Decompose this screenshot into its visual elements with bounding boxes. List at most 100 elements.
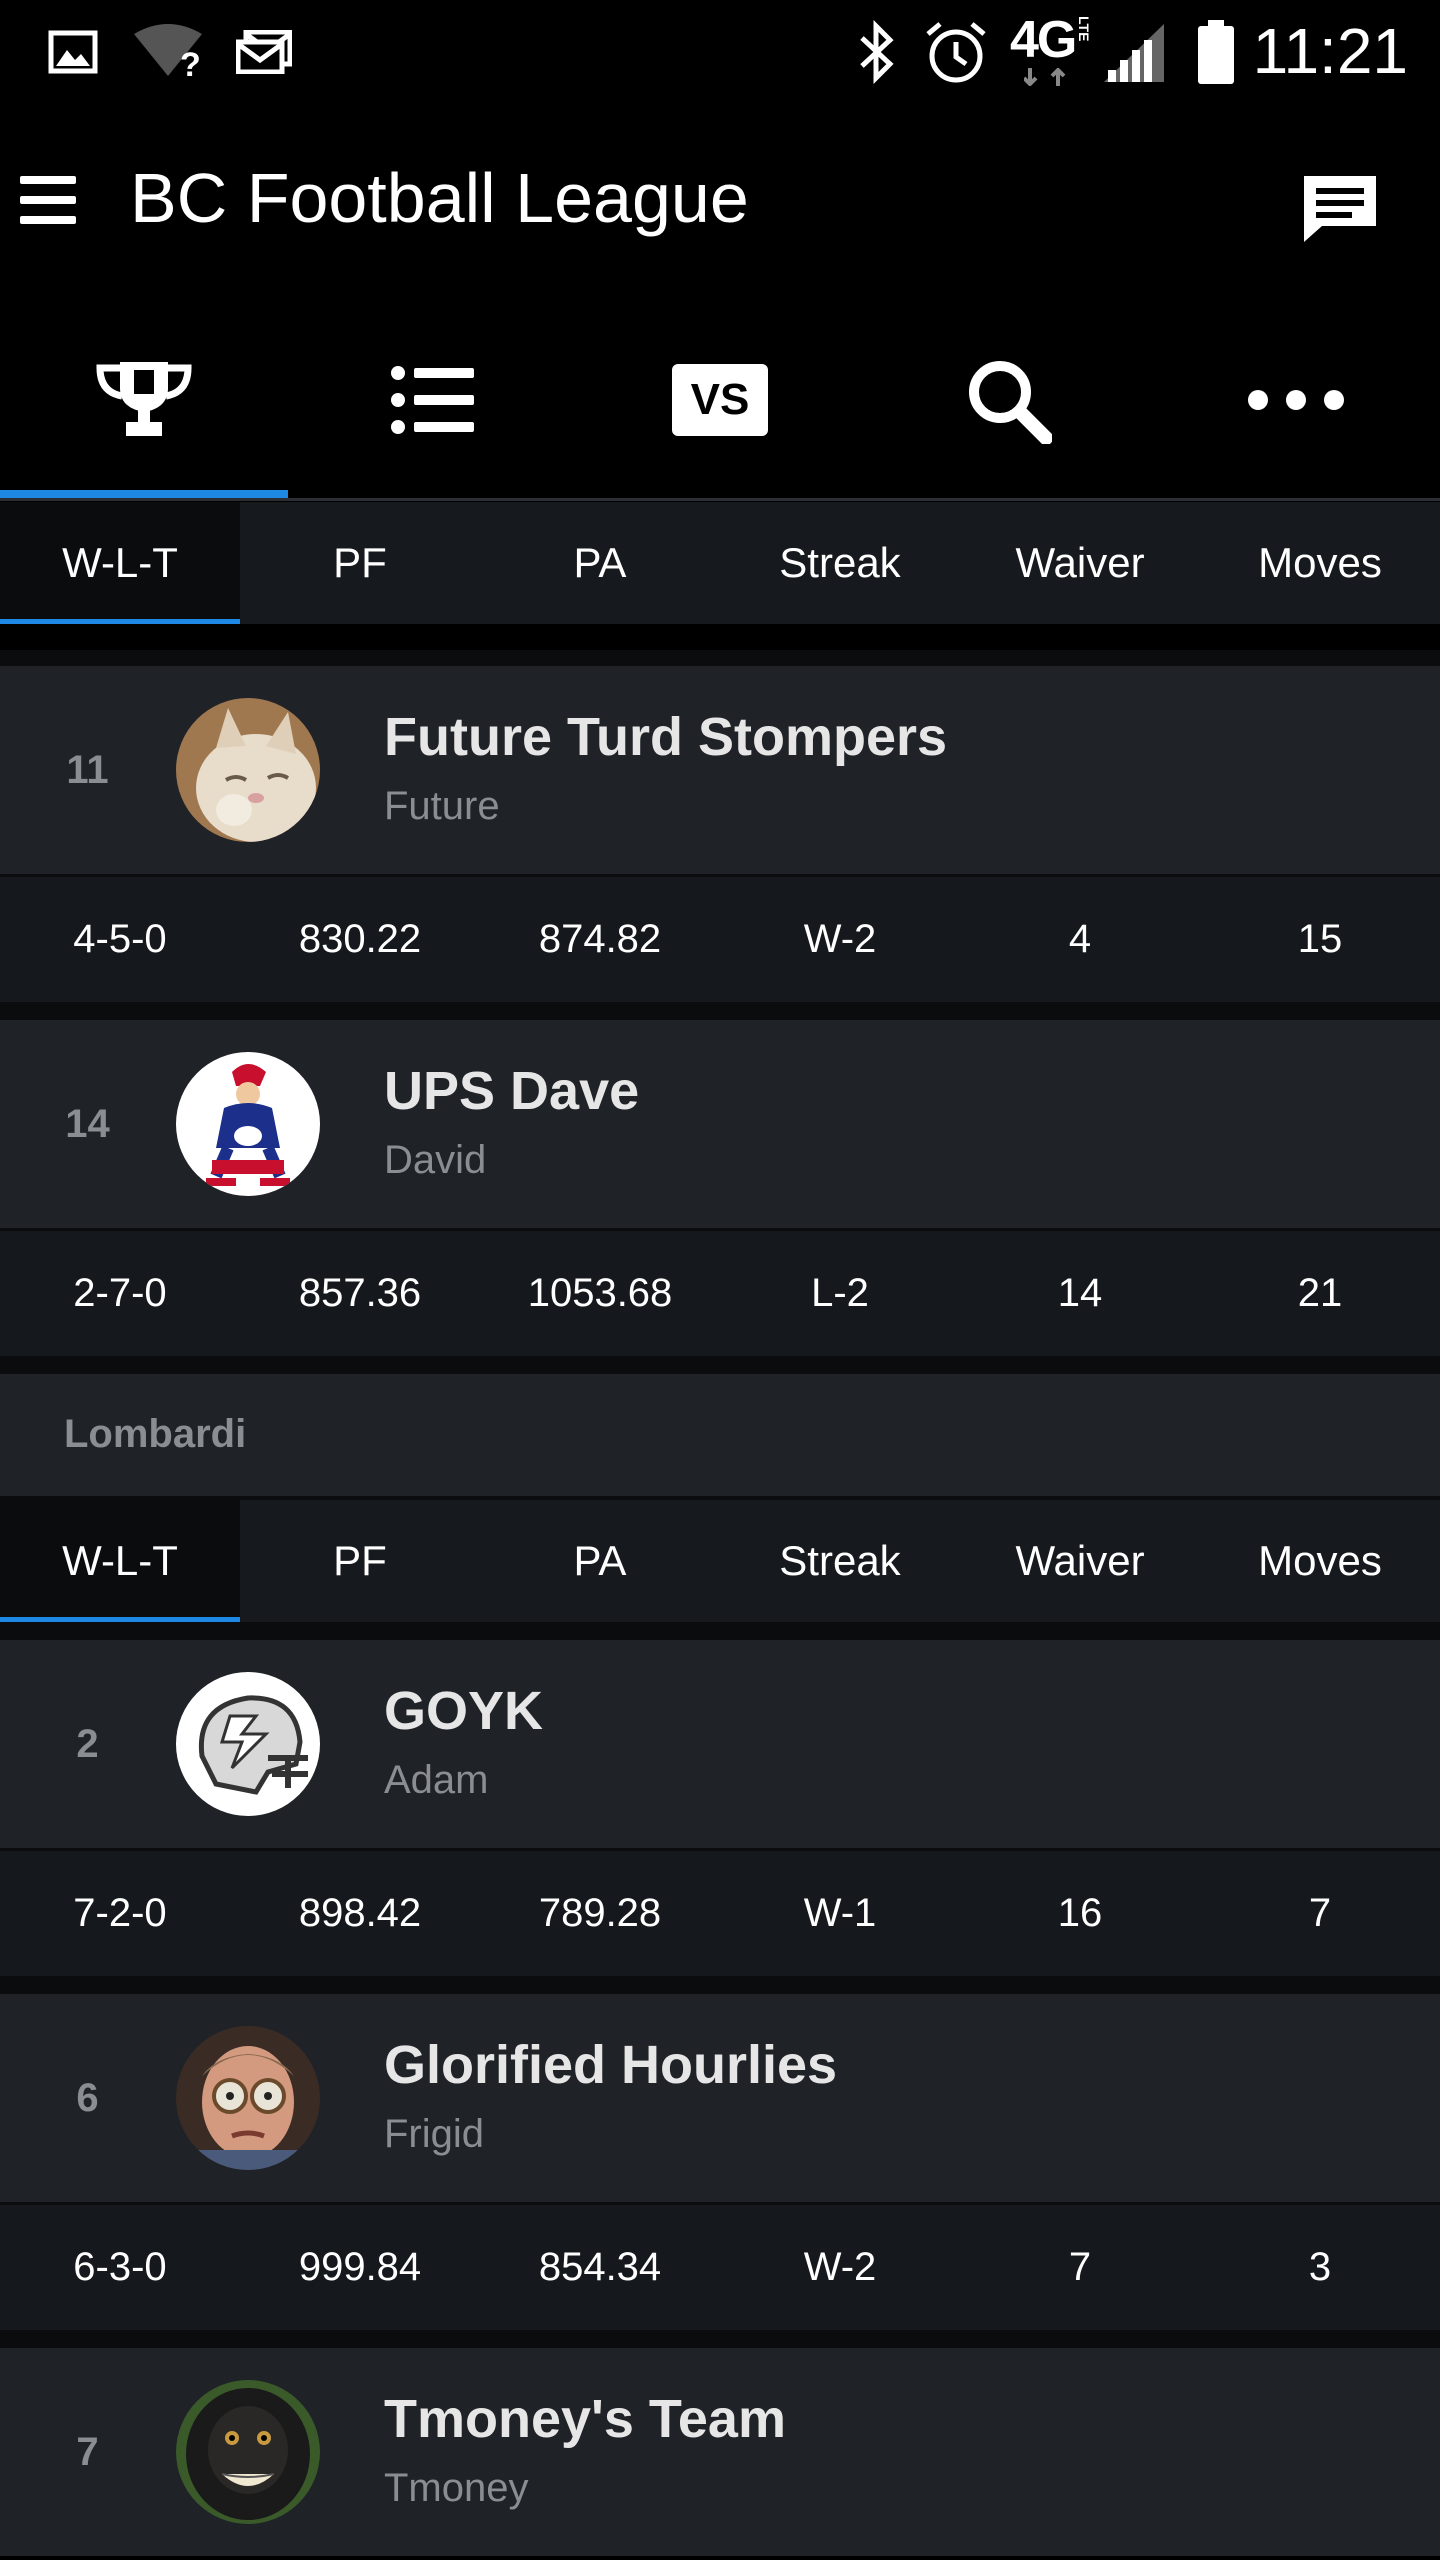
team-rank: 2 — [76, 1721, 99, 1766]
stat-streak: W-2 — [803, 917, 877, 961]
tab-moves[interactable]: Moves — [1200, 1500, 1440, 1622]
team-info-row: 6 Glorified Hourlies Frigid — [0, 1994, 1440, 2202]
tab-standings[interactable] — [0, 300, 288, 500]
team-name: GOYK — [384, 1681, 544, 1741]
stat-wlt: 4-5-0 — [73, 917, 167, 961]
stat-sort-tabs: W-L-T PF PA Streak Waiver Moves — [0, 502, 1440, 624]
divider — [0, 498, 1440, 501]
stat-streak: W-1 — [803, 1891, 877, 1935]
team-card[interactable]: 11 Future Turd Stompers Future 4-5-0 830… — [0, 666, 1440, 1002]
tab-pf[interactable]: PF — [240, 1500, 480, 1622]
team-rank: 6 — [76, 2075, 99, 2120]
team-info-row: 11 Future Turd Stompers Future — [0, 666, 1440, 874]
tab-streak[interactable]: Streak — [720, 1500, 960, 1622]
team-rank: 11 — [66, 747, 109, 792]
stat-streak: W-2 — [803, 2245, 877, 2289]
page-title: BC Football League — [130, 159, 749, 237]
team-owner: Future — [384, 784, 500, 828]
team-owner: Tmoney — [384, 2466, 529, 2510]
stat-pa: 874.82 — [538, 917, 662, 961]
team-name: Glorified Hourlies — [384, 2035, 838, 2095]
team-owner: David — [384, 1138, 487, 1182]
tab-wlt[interactable]: W-L-T — [0, 1500, 240, 1622]
main-tab-bar: VS — [0, 300, 1440, 500]
team-info-row: 7 Tmoney's Team Tmoney — [0, 2348, 1440, 2556]
hamburger-menu-icon[interactable] — [20, 170, 78, 230]
tab-matchup[interactable]: VS — [576, 300, 864, 500]
team-card[interactable]: 6 Glorified Hourlies Frigid 6-3-0 999.84… — [0, 1994, 1440, 2330]
stat-streak: L-2 — [811, 1271, 869, 1315]
divider — [0, 650, 1440, 666]
avatar — [176, 2026, 320, 2170]
tab-waiver[interactable]: Waiver — [960, 1500, 1200, 1622]
bluetooth-icon — [860, 20, 894, 84]
trophy-icon — [96, 362, 192, 436]
app-bar: BC Football League — [0, 100, 1440, 300]
division-header: Lombardi — [0, 1374, 1440, 1496]
stat-pf: 830.22 — [298, 917, 422, 961]
team-stats-row: 6-3-0 999.84 854.34 W-2 7 3 — [0, 2202, 1440, 2330]
divider — [0, 1356, 1440, 1374]
lte-label: LTE — [1076, 16, 1092, 42]
search-icon — [969, 361, 1052, 444]
team-rank: 7 — [76, 2429, 99, 2474]
tab-streak[interactable]: Streak — [720, 502, 960, 624]
team-stats-row: 2-7-0 857.36 1053.68 L-2 14 21 — [0, 1228, 1440, 1356]
mail-icon — [236, 30, 292, 74]
tab-waiver[interactable]: Waiver — [960, 502, 1200, 624]
avatar — [176, 1052, 320, 1196]
team-card[interactable]: 7 Tmoney's Team Tmoney — [0, 2348, 1440, 2560]
team-name: UPS Dave — [384, 1061, 640, 1121]
divider — [0, 1002, 1440, 1020]
avatar — [176, 1672, 320, 1816]
stat-wlt: 6-3-0 — [73, 2245, 167, 2289]
divider — [0, 1622, 1440, 1640]
stat-moves: 3 — [1308, 2245, 1332, 2289]
tab-moves[interactable]: Moves — [1200, 502, 1440, 624]
avatar — [176, 698, 320, 842]
team-stats-row: 4-5-0 830.22 874.82 W-2 4 15 — [0, 874, 1440, 1002]
stat-moves: 15 — [1297, 917, 1343, 961]
stat-moves: 7 — [1308, 1891, 1332, 1935]
team-card[interactable]: 14 UPS Dave David 2-7-0 857.36 1053.68 L… — [0, 1020, 1440, 1356]
team-stats-row: 7-2-0 898.42 789.28 W-1 16 7 — [0, 1848, 1440, 1976]
battery-icon — [1198, 20, 1234, 84]
divider — [0, 2330, 1440, 2348]
team-owner: Frigid — [384, 2112, 485, 2156]
tab-pf[interactable]: PF — [240, 502, 480, 624]
stat-pf: 857.36 — [298, 1271, 422, 1315]
list-icon — [391, 366, 474, 434]
stat-moves: 21 — [1297, 1271, 1343, 1315]
tab-search[interactable] — [864, 300, 1152, 500]
tab-pa[interactable]: PA — [480, 1500, 720, 1622]
team-rank: 14 — [65, 1101, 110, 1146]
stat-pa: 1053.68 — [527, 1271, 673, 1315]
stat-pf: 898.42 — [298, 1891, 422, 1935]
stat-wlt: 2-7-0 — [73, 1271, 167, 1315]
team-name: Tmoney's Team — [384, 2389, 786, 2449]
clock: 11:21 — [1252, 15, 1408, 87]
alarm-icon — [926, 22, 986, 83]
tab-more[interactable] — [1152, 300, 1440, 500]
image-icon — [48, 30, 98, 74]
stat-waiver: 16 — [1057, 1891, 1103, 1935]
divider — [0, 1976, 1440, 1994]
signal-icon — [1104, 24, 1164, 82]
stat-sort-tabs: W-L-T PF PA Streak Waiver Moves — [0, 1500, 1440, 1622]
tab-list[interactable] — [288, 300, 576, 500]
stat-waiver: 14 — [1057, 1271, 1103, 1315]
more-icon — [1248, 390, 1344, 410]
vs-icon: VS — [672, 364, 768, 436]
wifi-unknown-icon: ? — [134, 24, 202, 78]
stat-waiver: 7 — [1068, 2245, 1092, 2289]
svg-text:?: ? — [180, 46, 201, 78]
stat-pf: 999.84 — [298, 2245, 422, 2289]
chat-icon[interactable] — [1300, 172, 1380, 244]
team-owner: Adam — [384, 1758, 489, 1802]
tab-pa[interactable]: PA — [480, 502, 720, 624]
stat-waiver: 4 — [1068, 917, 1092, 961]
tab-wlt[interactable]: W-L-T — [0, 502, 240, 624]
team-card[interactable]: 2 GOYK Adam 7-2-0 898.42 789.28 W-1 16 7 — [0, 1640, 1440, 1976]
stat-pa: 789.28 — [538, 1891, 662, 1935]
stat-pa: 854.34 — [538, 2245, 662, 2289]
